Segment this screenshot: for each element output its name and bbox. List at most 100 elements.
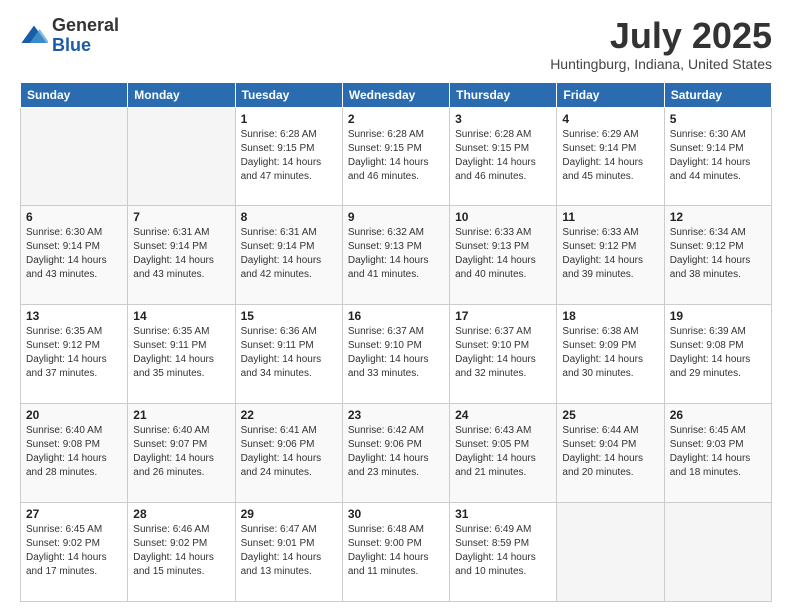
day-number: 4 <box>562 112 658 126</box>
day-cell-28: 28Sunrise: 6:46 AMSunset: 9:02 PMDayligh… <box>128 503 235 602</box>
weekday-header-sunday: Sunday <box>21 82 128 107</box>
weekday-header-wednesday: Wednesday <box>342 82 449 107</box>
week-row-2: 6 Sunrise: 6:30 AMSunset: 9:14 PMDaylight… <box>21 206 772 305</box>
day-cell-30: 30 Sunrise: 6:48 AMSunset: 9:00 PMDayligh… <box>342 503 449 602</box>
day-number: 12 <box>670 210 766 224</box>
empty-cell <box>21 107 128 206</box>
day-number: 17 <box>455 309 551 323</box>
weekday-header-saturday: Saturday <box>664 82 771 107</box>
day-number: 1 <box>241 112 337 126</box>
day-info: Sunrise: 6:38 AMSunset: 9:09 PMDaylight:… <box>562 325 658 381</box>
day-number: 19 <box>670 309 766 323</box>
month-title: July 2025 <box>550 16 772 56</box>
day-info: Sunrise: 6:33 AMSunset: 9:13 PMDaylight:… <box>455 226 551 282</box>
week-row-3: 13 Sunrise: 6:35 AMSunset: 9:12 PMDayligh… <box>21 305 772 404</box>
day-number: 23 <box>348 408 444 422</box>
day-number: 14 <box>133 309 229 323</box>
day-cell-13: 13 Sunrise: 6:35 AMSunset: 9:12 PMDayligh… <box>21 305 128 404</box>
day-cell-7: 7 Sunrise: 6:31 AMSunset: 9:14 PMDaylight… <box>128 206 235 305</box>
day-info: Sunrise: 6:34 AMSunset: 9:12 PMDaylight:… <box>670 226 766 282</box>
day-number: 9 <box>348 210 444 224</box>
day-number: 6 <box>26 210 122 224</box>
logo-icon <box>20 22 48 50</box>
day-info: Sunrise: 6:41 AMSunset: 9:06 PMDaylight:… <box>241 424 337 480</box>
header: General Blue July 2025 Huntingburg, Indi… <box>20 16 772 72</box>
day-cell-24: 24 Sunrise: 6:43 AMSunset: 9:05 PMDayligh… <box>450 404 557 503</box>
day-number: 2 <box>348 112 444 126</box>
weekday-header-row: SundayMondayTuesdayWednesdayThursdayFrid… <box>21 82 772 107</box>
page: General Blue July 2025 Huntingburg, Indi… <box>0 0 792 612</box>
empty-cell <box>664 503 771 602</box>
day-info: Sunrise: 6:43 AMSunset: 9:05 PMDaylight:… <box>455 424 551 480</box>
day-info: Sunrise: 6:35 AMSunset: 9:12 PMDaylight:… <box>26 325 122 381</box>
day-number: 13 <box>26 309 122 323</box>
day-info: Sunrise: 6:48 AMSunset: 9:00 PMDaylight:… <box>348 523 444 579</box>
day-cell-16: 16Sunrise: 6:37 AMSunset: 9:10 PMDayligh… <box>342 305 449 404</box>
day-cell-6: 6 Sunrise: 6:30 AMSunset: 9:14 PMDaylight… <box>21 206 128 305</box>
day-cell-23: 23 Sunrise: 6:42 AMSunset: 9:06 PMDayligh… <box>342 404 449 503</box>
day-number: 26 <box>670 408 766 422</box>
day-info: Sunrise: 6:40 AMSunset: 9:08 PMDaylight:… <box>26 424 122 480</box>
day-cell-15: 15Sunrise: 6:36 AMSunset: 9:11 PMDayligh… <box>235 305 342 404</box>
day-info: Sunrise: 6:30 AMSunset: 9:14 PMDaylight:… <box>670 128 766 184</box>
empty-cell <box>557 503 664 602</box>
week-row-1: 1 Sunrise: 6:28 AMSunset: 9:15 PMDaylight… <box>21 107 772 206</box>
logo: General Blue <box>20 16 119 56</box>
day-number: 24 <box>455 408 551 422</box>
weekday-header-monday: Monday <box>128 82 235 107</box>
day-info: Sunrise: 6:35 AMSunset: 9:11 PMDaylight:… <box>133 325 229 381</box>
day-info: Sunrise: 6:45 AMSunset: 9:03 PMDaylight:… <box>670 424 766 480</box>
day-info: Sunrise: 6:33 AMSunset: 9:12 PMDaylight:… <box>562 226 658 282</box>
weekday-header-tuesday: Tuesday <box>235 82 342 107</box>
day-info: Sunrise: 6:28 AMSunset: 9:15 PMDaylight:… <box>241 128 337 184</box>
day-number: 22 <box>241 408 337 422</box>
day-info: Sunrise: 6:31 AMSunset: 9:14 PMDaylight:… <box>241 226 337 282</box>
day-info: Sunrise: 6:29 AMSunset: 9:14 PMDaylight:… <box>562 128 658 184</box>
day-cell-20: 20Sunrise: 6:40 AMSunset: 9:08 PMDayligh… <box>21 404 128 503</box>
weekday-header-friday: Friday <box>557 82 664 107</box>
day-number: 21 <box>133 408 229 422</box>
day-cell-14: 14 Sunrise: 6:35 AMSunset: 9:11 PMDayligh… <box>128 305 235 404</box>
day-cell-27: 27Sunrise: 6:45 AMSunset: 9:02 PMDayligh… <box>21 503 128 602</box>
day-number: 30 <box>348 507 444 521</box>
day-info: Sunrise: 6:47 AMSunset: 9:01 PMDaylight:… <box>241 523 337 579</box>
day-cell-17: 17 Sunrise: 6:37 AMSunset: 9:10 PMDayligh… <box>450 305 557 404</box>
day-info: Sunrise: 6:37 AMSunset: 9:10 PMDaylight:… <box>348 325 444 381</box>
day-cell-12: 12 Sunrise: 6:34 AMSunset: 9:12 PMDayligh… <box>664 206 771 305</box>
day-info: Sunrise: 6:28 AMSunset: 9:15 PMDaylight:… <box>348 128 444 184</box>
day-cell-19: 19 Sunrise: 6:39 AMSunset: 9:08 PMDayligh… <box>664 305 771 404</box>
day-cell-22: 22 Sunrise: 6:41 AMSunset: 9:06 PMDayligh… <box>235 404 342 503</box>
day-number: 27 <box>26 507 122 521</box>
day-info: Sunrise: 6:30 AMSunset: 9:14 PMDaylight:… <box>26 226 122 282</box>
day-info: Sunrise: 6:49 AMSunset: 8:59 PMDaylight:… <box>455 523 551 579</box>
day-cell-26: 26 Sunrise: 6:45 AMSunset: 9:03 PMDayligh… <box>664 404 771 503</box>
day-info: Sunrise: 6:32 AMSunset: 9:13 PMDaylight:… <box>348 226 444 282</box>
day-cell-9: 9 Sunrise: 6:32 AMSunset: 9:13 PMDaylight… <box>342 206 449 305</box>
day-cell-11: 11Sunrise: 6:33 AMSunset: 9:12 PMDayligh… <box>557 206 664 305</box>
day-info: Sunrise: 6:40 AMSunset: 9:07 PMDaylight:… <box>133 424 229 480</box>
day-cell-4: 4 Sunrise: 6:29 AMSunset: 9:14 PMDaylight… <box>557 107 664 206</box>
day-info: Sunrise: 6:37 AMSunset: 9:10 PMDaylight:… <box>455 325 551 381</box>
day-info: Sunrise: 6:44 AMSunset: 9:04 PMDaylight:… <box>562 424 658 480</box>
logo-text: General Blue <box>52 16 119 56</box>
day-number: 25 <box>562 408 658 422</box>
day-number: 7 <box>133 210 229 224</box>
day-cell-29: 29Sunrise: 6:47 AMSunset: 9:01 PMDayligh… <box>235 503 342 602</box>
day-cell-2: 2 Sunrise: 6:28 AMSunset: 9:15 PMDaylight… <box>342 107 449 206</box>
day-cell-18: 18Sunrise: 6:38 AMSunset: 9:09 PMDayligh… <box>557 305 664 404</box>
day-cell-5: 5Sunrise: 6:30 AMSunset: 9:14 PMDaylight… <box>664 107 771 206</box>
empty-cell <box>128 107 235 206</box>
logo-general: General <box>52 15 119 35</box>
day-cell-3: 3Sunrise: 6:28 AMSunset: 9:15 PMDaylight… <box>450 107 557 206</box>
weekday-header-thursday: Thursday <box>450 82 557 107</box>
day-info: Sunrise: 6:46 AMSunset: 9:02 PMDaylight:… <box>133 523 229 579</box>
day-cell-31: 31 Sunrise: 6:49 AMSunset: 8:59 PMDayligh… <box>450 503 557 602</box>
day-cell-21: 21 Sunrise: 6:40 AMSunset: 9:07 PMDayligh… <box>128 404 235 503</box>
day-number: 10 <box>455 210 551 224</box>
day-info: Sunrise: 6:31 AMSunset: 9:14 PMDaylight:… <box>133 226 229 282</box>
day-info: Sunrise: 6:39 AMSunset: 9:08 PMDaylight:… <box>670 325 766 381</box>
day-info: Sunrise: 6:42 AMSunset: 9:06 PMDaylight:… <box>348 424 444 480</box>
day-info: Sunrise: 6:28 AMSunset: 9:15 PMDaylight:… <box>455 128 551 184</box>
location: Huntingburg, Indiana, United States <box>550 56 772 72</box>
day-number: 31 <box>455 507 551 521</box>
